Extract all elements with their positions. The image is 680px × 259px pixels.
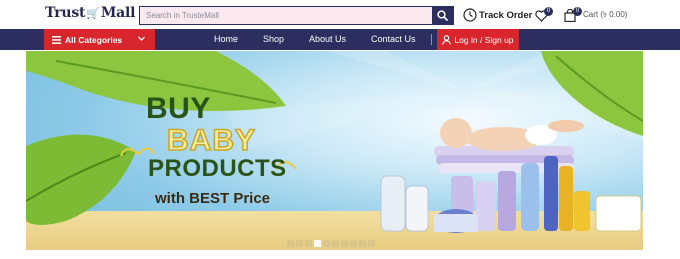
logo-text-left: Trust: [45, 5, 86, 21]
search-bar: [139, 6, 454, 25]
logo-cart-icon: 🛒: [86, 7, 100, 20]
baby-products-illustration: [380, 118, 642, 233]
slider-dot[interactable]: [350, 240, 357, 247]
slider-dot[interactable]: [332, 240, 339, 247]
slider-dot[interactable]: [323, 240, 330, 247]
site-logo[interactable]: Trust🛒Mall: [45, 5, 135, 25]
cart-label: Cart (৳ 0.00): [583, 9, 628, 19]
nav-link-about[interactable]: About Us: [309, 29, 346, 50]
search-icon: [437, 10, 448, 21]
track-order-label: Track Order: [479, 9, 533, 21]
nav-divider: [431, 34, 432, 45]
hero-banner[interactable]: BUY BABY PRODUCTS with BEST Price: [26, 51, 643, 250]
search-input[interactable]: [140, 7, 433, 24]
slider-dot[interactable]: [368, 240, 375, 247]
cart-count-badge: 0: [573, 7, 582, 16]
wishlist-button[interactable]: 0: [535, 7, 553, 24]
logo-text-right: Mall: [100, 5, 136, 21]
slider-indicators: [287, 240, 375, 248]
track-order-link[interactable]: Track Order: [463, 7, 532, 23]
nav-link-shop[interactable]: Shop: [263, 29, 284, 50]
slider-dot[interactable]: [314, 240, 321, 247]
top-header: Trust🛒Mall Track Order 0: [0, 0, 680, 30]
all-categories-button[interactable]: All Categories: [44, 29, 155, 50]
clock-icon: [463, 8, 477, 22]
nav-link-home[interactable]: Home: [214, 29, 238, 50]
search-button[interactable]: [432, 6, 453, 25]
slider-dot[interactable]: [296, 240, 303, 247]
chevron-down-icon: [138, 36, 145, 41]
menu-icon: [52, 35, 61, 44]
slider-dot[interactable]: [341, 240, 348, 247]
login-label: Log in / Sign up: [454, 34, 514, 45]
login-signup-button[interactable]: Log in / Sign up: [437, 29, 519, 50]
slider-dot[interactable]: [287, 240, 294, 247]
slider-dot[interactable]: [359, 240, 366, 247]
user-icon: [442, 34, 452, 45]
slider-dot[interactable]: [305, 240, 312, 247]
main-nav: All Categories Home Shop About Us Contac…: [0, 29, 680, 50]
cart-button[interactable]: 0 Cart (৳ 0.00): [564, 7, 627, 23]
wishlist-count-badge: 0: [544, 7, 553, 16]
nav-link-contact[interactable]: Contact Us: [371, 29, 416, 50]
all-categories-label: All Categories: [65, 34, 123, 45]
